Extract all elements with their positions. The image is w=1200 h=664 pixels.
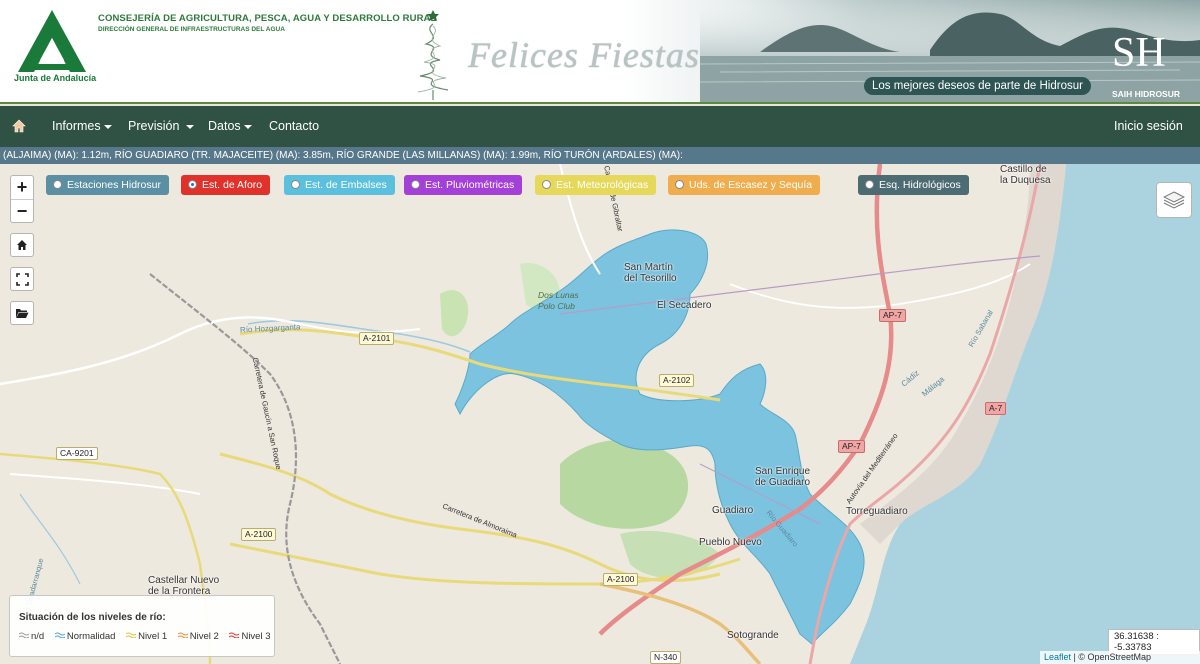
legend-label: Nivel 2 [189,631,219,642]
radio-icon[interactable] [542,180,551,189]
wave-icon [19,632,29,638]
road-label: A-2102 [659,374,695,387]
road-label: A-2100 [241,528,277,541]
wave-icon [54,632,65,638]
layer-est-embalses[interactable]: Est. de Embalses [284,175,395,195]
radio-icon[interactable] [865,180,874,189]
road-label: N-340 [650,651,682,664]
nav-informes-label: Informes [52,119,101,133]
nav-contacto-label: Contacto [269,119,320,133]
brand-name: Junta de Andalucía [14,73,97,83]
map-label-castellar: Castellar Nuevo de la Frontera [148,575,220,597]
layer-est-pluviometricas[interactable]: Est. Pluviométricas [404,175,523,195]
river-level-ticker: (ALJAIMA) (MA): 1.12m, RÍO GUADIARO (TR.… [0,147,1200,164]
nav-datos-label: Datos [208,119,241,133]
layer-uds-escasez[interactable]: Uds. de Escasez y Sequía [668,175,821,195]
legend-item-normalidad: Normalidad [54,631,116,642]
map-label-torreguadiaro: Torreguadiaro [846,506,908,517]
ticker-text: (ALJAIMA) (MA): 1.12m, RÍO GUADIARO (TR.… [3,150,683,161]
zoom-out-button[interactable]: − [11,199,33,222]
road-label: AP-7 [879,309,906,322]
nav-prevision-label: Previsión [128,119,180,133]
direction-name: DIRECCIÓN GENERAL DE INFRAESTRUCTURAS DE… [98,26,285,33]
layers-control[interactable] [1156,182,1192,218]
legend-item-nivel-1: Nivel 1 [126,631,167,642]
saih-logo[interactable]: SH [1112,32,1166,74]
map-label-dos-lunas: Dos Lunas Polo Club [538,290,579,311]
layer-est-aforo[interactable]: Est. de Aforo [181,175,271,195]
legend-label: Normalidad [66,631,116,642]
legend-title: Situación de los niveles de río: [19,612,166,623]
map-label-guadiaro: Guadiaro [712,505,754,516]
nav-datos[interactable]: Datos [208,119,252,133]
road-label: A-7 [985,402,1007,415]
radio-icon[interactable] [188,180,197,189]
layers-icon [1163,191,1185,209]
legend-item-nd: n/d [19,631,44,642]
fullscreen-button[interactable] [10,267,34,291]
legend-item-nivel-3: Nivel 3 [229,631,271,642]
layer-est-meteorologicas[interactable]: Est. Meteorológicas [535,175,657,195]
wishes-banner: Los mejores deseos de parte de Hidrosur [864,77,1091,95]
layer-label: Est. Pluviométricas [425,179,515,191]
layer-esq-hidrologicos[interactable]: Esq. Hidrológicos [858,175,969,195]
wave-icon [126,632,137,638]
nav-prevision[interactable]: Previsión [128,119,194,133]
legend-items: n/d Normalidad Nivel 1 Nivel 2 Nivel 3 [19,631,271,642]
wave-icon [229,632,240,638]
layer-estaciones-hidrosur[interactable]: Estaciones Hidrosur [46,175,169,195]
legend-item-nivel-2: Nivel 2 [177,631,219,642]
map-label-castillo: Castillo de la Duquesa [1000,164,1051,186]
legend-label: Nivel 3 [241,631,271,642]
leaflet-link[interactable]: Leaflet [1044,652,1071,662]
layer-label: Estaciones Hidrosur [67,179,161,191]
map-view[interactable]: Castillo de la Duquesa San Martín del Te… [0,164,1200,664]
layer-label: Esq. Hidrológicos [879,179,961,191]
map-attribution: Leaflet | © OpenStreetMap contributors [1040,651,1200,664]
map-label-san-martin: San Martín del Tesorillo [624,262,677,284]
layer-label: Est. Meteorológicas [556,179,649,191]
road-label: CA-9201 [56,447,98,460]
radio-icon[interactable] [675,180,684,189]
map-label-pueblo-nuevo: Pueblo Nuevo [699,537,762,548]
layer-label: Est. de Aforo [202,179,263,191]
open-file-button[interactable] [10,301,34,325]
zoom-control: + − [10,175,34,223]
ministry-name: CONSEJERÍA DE AGRICULTURA, PESCA, AGUA Y… [98,13,437,24]
nav-contacto[interactable]: Contacto [269,119,319,133]
wave-icon [177,632,188,638]
map-label-san-enrique: San Enrique de Guadiaro [755,466,811,488]
login-link[interactable]: Inicio sesión [1114,119,1183,133]
christmas-tree-icon [417,10,449,100]
road-label: A-2101 [359,332,395,345]
folder-open-icon [16,309,29,318]
legend-label: Nivel 1 [138,631,168,642]
map-label-sotogrande: Sotogrande [727,630,779,641]
saih-name: SAIH HIDROSUR [1112,89,1181,99]
fullscreen-icon [15,272,29,286]
map-label-el-secadero: El Secadero [657,300,712,311]
radio-icon[interactable] [411,180,420,189]
legend-label: n/d [31,631,45,642]
radio-icon[interactable] [291,180,300,189]
main-navbar: Informes Previsión Datos Contacto Inicio… [0,106,1200,147]
river-level-legend: Situación de los niveles de río: n/d Nor… [9,595,275,657]
caret-down-icon [103,124,112,129]
road-label: A-2100 [603,573,639,586]
layer-label: Uds. de Escasez y Sequía [689,179,813,191]
caret-down-icon [185,124,194,129]
nav-informes[interactable]: Informes [52,119,112,133]
caret-down-icon [243,124,252,129]
radio-icon[interactable] [53,180,62,189]
home-icon[interactable] [12,119,26,133]
layer-label: Est. de Embalses [305,179,387,191]
season-greeting: Felices Fiestas [468,35,700,75]
home-icon [17,240,27,250]
header-divider [0,102,1200,104]
zoom-in-button[interactable]: + [11,176,33,199]
road-label: AP-7 [838,440,865,453]
map-home-button[interactable] [10,233,34,257]
site-header: Junta de Andalucía CONSEJERÍA DE AGRICUL… [0,0,1200,104]
